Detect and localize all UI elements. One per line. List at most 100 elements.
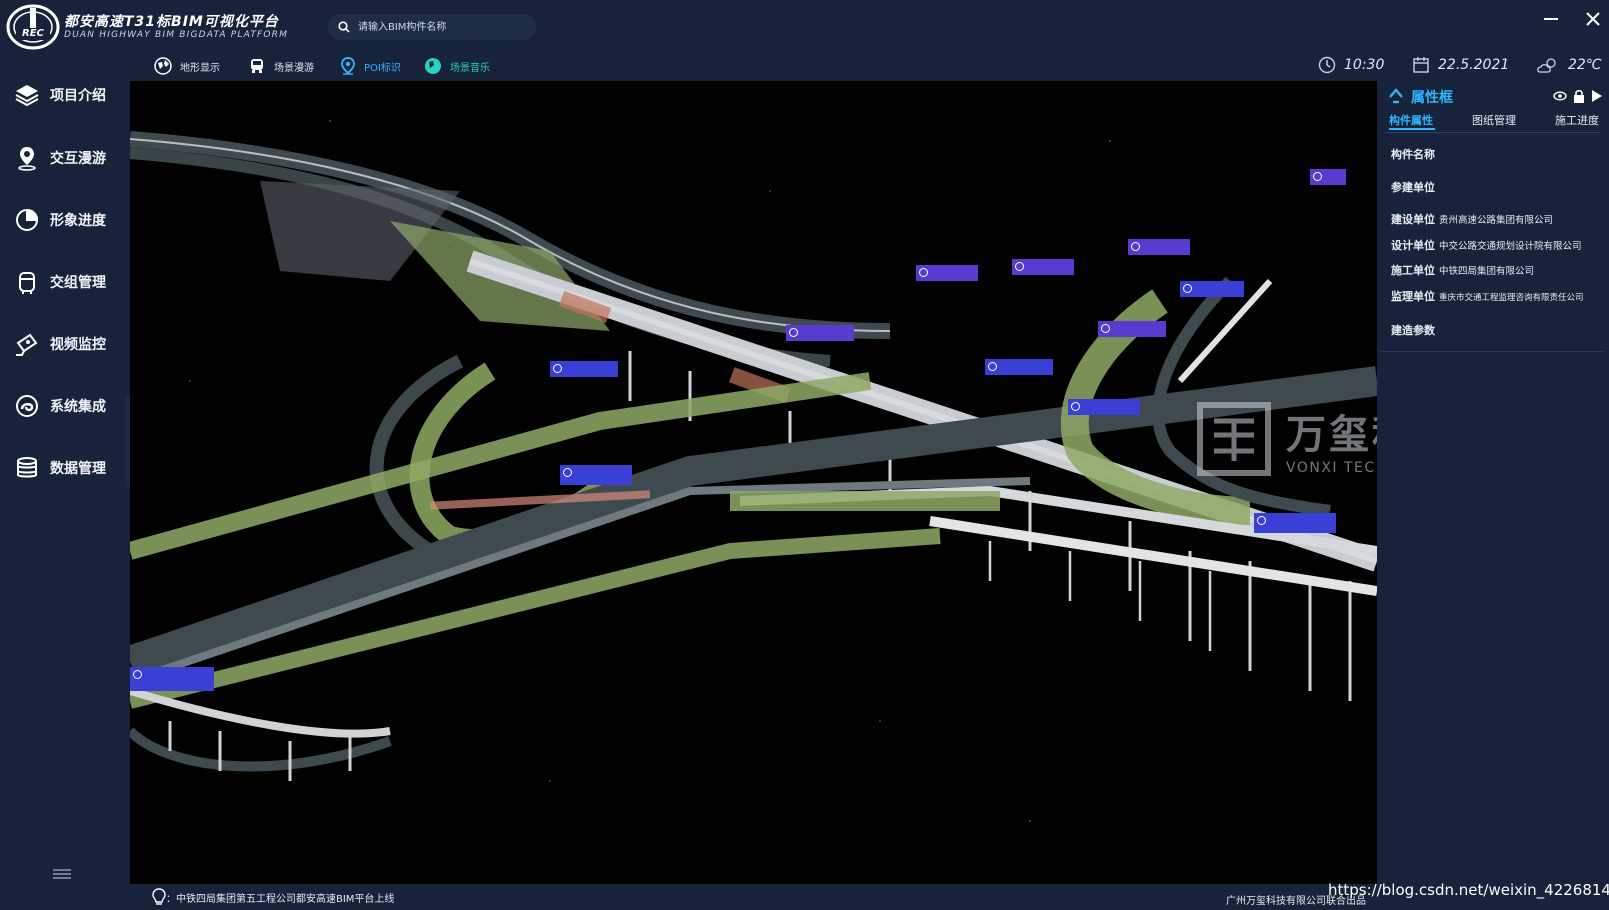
tool-label: 场景音乐	[450, 62, 490, 74]
prop-label: 建造参数	[1391, 324, 1435, 337]
announcement-text: ：中铁四局集团第五工程公司都安高速BIM平台上线	[166, 894, 395, 905]
poi-label[interactable]	[1310, 169, 1346, 185]
tool-label: 场景漫游	[274, 62, 314, 74]
prop-row-owner: 建设单位 贵州高速公路集团有限公司	[1391, 211, 1553, 227]
search-input[interactable]	[356, 20, 530, 34]
eye-icon[interactable]	[1553, 89, 1567, 103]
sidebar-item-label: 数据管理	[50, 461, 106, 477]
tool-music[interactable]: 场景音乐	[424, 57, 490, 75]
sidebar-item-video[interactable]: 视频监控	[14, 331, 106, 357]
poi-label[interactable]	[1012, 259, 1074, 275]
poi-label[interactable]	[550, 361, 618, 377]
app-subtitle: DUAN HIGHWAY BIM BIGDATA PLATFORM	[64, 30, 289, 40]
poi-label[interactable]	[1180, 281, 1244, 297]
logo-text: REC	[22, 28, 44, 39]
poi-label[interactable]	[985, 359, 1053, 375]
cylinder-icon	[19, 272, 35, 294]
layers-icon	[15, 85, 39, 107]
prop-row-designer: 设计单位 中交公路交通规划设计院有限公司	[1391, 237, 1582, 253]
brand-name: 万玺科技	[1286, 412, 1377, 458]
search-box[interactable]	[328, 14, 536, 40]
prop-value: 重庆市交通工程监理咨询有限责任公司	[1439, 293, 1584, 303]
title-bar: REC 都安高速T31标BIM可视化平台 DUAN HIGHWAY BIM BI…	[0, 0, 1609, 54]
tool-poi[interactable]: POI标识	[340, 57, 401, 75]
prop-row-parameters: 建造参数	[1391, 322, 1435, 338]
poi-label[interactable]	[560, 465, 632, 485]
close-icon	[1586, 12, 1600, 26]
car-icon	[251, 59, 263, 73]
close-button[interactable]	[1582, 8, 1604, 30]
bulb-icon	[152, 888, 166, 905]
sidebar-item-roam[interactable]: 交互漫游	[14, 145, 106, 171]
tool-terrain[interactable]: 地形显示	[154, 57, 220, 75]
source-watermark: https://blog.csdn.net/weixin_42268146	[1328, 881, 1609, 899]
minimize-icon	[1544, 18, 1558, 20]
parameters-box	[1381, 351, 1605, 880]
tab-component-attributes[interactable]: 构件属性	[1389, 112, 1433, 128]
clock-status: 10:30	[1318, 56, 1384, 74]
poi-label[interactable]	[1068, 399, 1140, 415]
integration-icon	[16, 395, 38, 417]
menu-icon[interactable]	[53, 868, 71, 880]
poi-label[interactable]	[1098, 321, 1166, 337]
active-tab-indicator	[1389, 128, 1435, 130]
prop-row-supervisor: 监理单位 重庆市交通工程监理咨询有限责任公司	[1391, 288, 1584, 304]
tool-label: 地形显示	[180, 62, 220, 74]
prop-label: 施工单位	[1391, 264, 1435, 277]
tab-drawings[interactable]: 图纸管理	[1472, 112, 1516, 128]
prop-value: 中交公路交通规划设计院有限公司	[1439, 241, 1582, 252]
app-title: 都安高速T31标BIM可视化平台	[64, 14, 279, 30]
property-panel: 属性框 构件属性 图纸管理 施工进度 构件名称 参建单位 建设单位 贵州高速公路集…	[1377, 81, 1609, 884]
globe-icon	[154, 57, 172, 75]
music-globe-icon	[425, 58, 441, 74]
sidebar-item-progress[interactable]: 形象进度	[14, 207, 106, 233]
toolbar: 地形显示 场景漫游 POI标识 场景音乐 10:30 22.5.2021 22℃	[130, 54, 1609, 81]
map-pin-icon	[341, 57, 355, 75]
camera-icon	[16, 333, 38, 356]
prop-label: 设计单位	[1391, 239, 1435, 252]
poi-label[interactable]	[916, 265, 978, 281]
recycle-icon	[1389, 88, 1403, 104]
sidebar-item-label: 交互漫游	[50, 151, 106, 167]
minimize-button[interactable]	[1540, 8, 1562, 30]
poi-label[interactable]	[1128, 239, 1190, 255]
sidebar-item-label: 系统集成	[50, 399, 106, 415]
sidebar: 项目介绍 交互漫游 形象进度 交组管理 视频监控 系统集成 数据管理	[0, 54, 130, 910]
sidebar-item-label: 形象进度	[50, 213, 106, 229]
temperature-value: 22℃	[1568, 57, 1602, 73]
play-icon[interactable]	[1591, 89, 1603, 103]
highway-bim-model[interactable]	[130, 81, 1377, 884]
sidebar-item-project[interactable]: 项目介绍	[14, 82, 106, 108]
lock-icon[interactable]	[1573, 89, 1585, 103]
brand-en: VONXI TECHNOLOGY	[1286, 460, 1377, 476]
location-icon	[18, 147, 36, 171]
sidebar-item-label: 视频监控	[50, 337, 106, 353]
prop-label: 参建单位	[1391, 181, 1435, 194]
prop-value: 贵州高速公路集团有限公司	[1439, 215, 1554, 226]
prop-label: 构件名称	[1391, 148, 1435, 161]
calendar-icon	[1413, 57, 1429, 73]
date-status: 22.5.2021	[1412, 56, 1509, 74]
cloud-sun-icon	[1537, 58, 1556, 73]
prop-row-participants: 参建单位	[1391, 179, 1435, 195]
poi-label[interactable]	[786, 325, 854, 341]
sidebar-item-label: 项目介绍	[50, 88, 106, 104]
sidebar-item-team[interactable]: 交组管理	[14, 269, 106, 295]
poi-label[interactable]	[1254, 513, 1336, 533]
rec-logo-icon	[6, 4, 60, 50]
vonxi-logo-icon	[1197, 402, 1271, 476]
prop-row-contractor: 施工单位 中铁四局集团有限公司	[1391, 262, 1534, 278]
panel-controls	[1553, 89, 1603, 103]
tool-label: POI标识	[364, 62, 401, 74]
prop-value: 中铁四局集团有限公司	[1439, 266, 1535, 277]
divider	[1385, 132, 1601, 133]
sidebar-item-integration[interactable]: 系统集成	[14, 393, 106, 419]
tool-roam[interactable]: 场景漫游	[248, 57, 314, 75]
poi-label[interactable]	[130, 667, 214, 691]
prop-label: 建设单位	[1391, 213, 1435, 226]
panel-tabs: 构件属性 图纸管理 施工进度	[1389, 112, 1599, 128]
sidebar-item-data[interactable]: 数据管理	[14, 455, 106, 481]
bim-viewport[interactable]: 万玺科技 VONXI TECHNOLOGY	[130, 81, 1377, 884]
time-value: 10:30	[1344, 57, 1385, 73]
tab-construction-progress[interactable]: 施工进度	[1555, 112, 1599, 128]
